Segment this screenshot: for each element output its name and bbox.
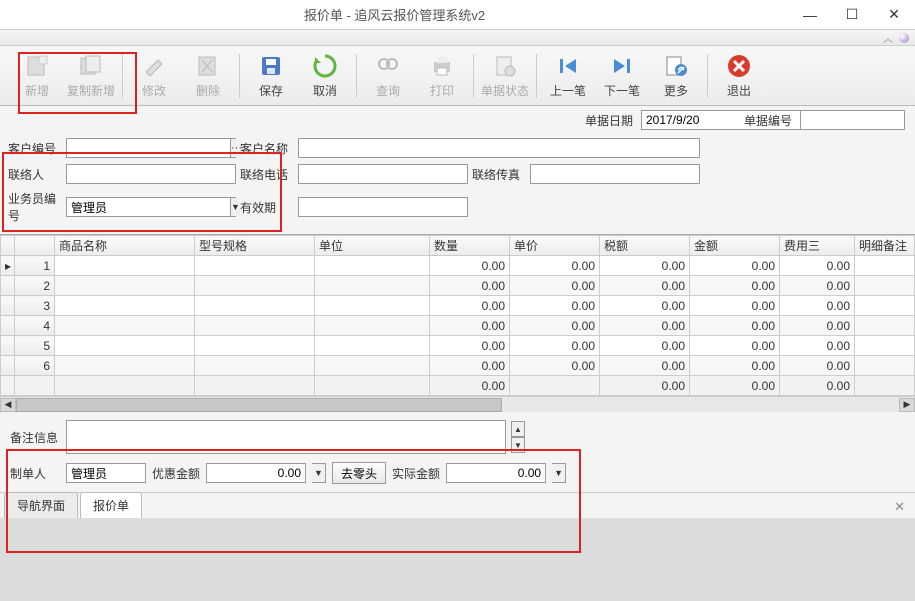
search-icon	[374, 52, 402, 80]
cust-name-input[interactable]	[298, 138, 700, 158]
table-row[interactable]: 20.000.000.000.000.00	[1, 276, 915, 296]
spin-up-icon[interactable]: ▲	[511, 421, 525, 437]
table-row[interactable]: 40.000.000.000.000.00	[1, 316, 915, 336]
fax-label: 联络传真	[472, 166, 526, 183]
prev-button[interactable]: 上一笔	[541, 48, 595, 104]
actual-input[interactable]	[446, 463, 546, 483]
copy-new-button[interactable]: 复制新增	[64, 48, 118, 104]
doc-no-label: 单据编号	[744, 112, 792, 129]
discount-label: 优惠金额	[152, 465, 200, 482]
query-button[interactable]: 查询	[361, 48, 415, 104]
save-icon	[257, 52, 285, 80]
valid-input[interactable]	[298, 197, 468, 217]
date-bar: 单据日期 ▼ 单据编号	[0, 106, 915, 132]
table-row[interactable]: 60.000.000.000.000.00	[1, 356, 915, 376]
print-button[interactable]: 打印	[415, 48, 469, 104]
phone-label: 联络电话	[240, 166, 294, 183]
maker-label: 制单人	[10, 465, 60, 482]
copy-icon	[77, 52, 105, 80]
actual-label: 实际金额	[392, 465, 440, 482]
edit-icon	[140, 52, 168, 80]
exit-icon	[725, 52, 753, 80]
maker-input[interactable]	[66, 463, 146, 483]
delete-button[interactable]: 删除	[181, 48, 235, 104]
sales-label: 业务员编号	[8, 190, 62, 224]
valid-label: 有效期	[240, 199, 294, 216]
sub-bar: ︿	[0, 30, 915, 46]
status-icon	[491, 52, 519, 80]
horizontal-scrollbar[interactable]: ◀ ▶	[0, 396, 915, 412]
toolbar: 新增 复制新增 修改 删除 保存 取消 查询 打印 单据状态 上一笔 下一笔 更…	[0, 46, 915, 106]
tab-nav[interactable]: 导航界面	[4, 492, 78, 518]
footer-panel: 备注信息 ▲▼ 制单人 优惠金额 ▼ 去零头 实际金额 ▼	[0, 412, 915, 492]
chevron-down-icon[interactable]: ▼	[230, 198, 240, 216]
detail-grid[interactable]: 商品名称型号规格单位数量单价税额金额费用三明细备注 ▸10.000.000.00…	[0, 234, 915, 412]
maximize-button[interactable]: ☐	[831, 1, 873, 29]
tab-quote[interactable]: 报价单	[80, 492, 142, 518]
window-title: 报价单 - 追风云报价管理系统v2	[0, 5, 789, 24]
collapse-icon[interactable]: ︿	[883, 30, 893, 45]
cancel-icon	[311, 52, 339, 80]
close-button[interactable]: ✕	[873, 1, 915, 29]
phone-input[interactable]	[298, 164, 468, 184]
title-bar: 报价单 - 追风云报价管理系统v2 — ☐ ✕	[0, 0, 915, 30]
status-button[interactable]: 单据状态	[478, 48, 532, 104]
scroll-left-icon[interactable]: ◀	[0, 398, 16, 412]
cust-name-label: 客户名称	[240, 140, 294, 157]
totals-row: 0.00 0.000.000.00	[1, 376, 915, 396]
next-icon	[608, 52, 636, 80]
delete-icon	[194, 52, 222, 80]
prev-icon	[554, 52, 582, 80]
minimize-button[interactable]: —	[789, 1, 831, 29]
scroll-right-icon[interactable]: ▶	[899, 398, 915, 412]
chevron-down-icon[interactable]: ▼	[552, 463, 566, 483]
theme-dot-icon[interactable]	[899, 33, 909, 43]
cancel-button[interactable]: 取消	[298, 48, 352, 104]
remark-input[interactable]	[66, 420, 506, 454]
scroll-thumb[interactable]	[16, 398, 502, 412]
doc-date-label: 单据日期	[585, 112, 633, 129]
contact-input[interactable]	[66, 164, 236, 184]
new-icon	[23, 52, 51, 80]
tab-bar: 导航界面 报价单 ✕	[0, 492, 915, 518]
remark-label: 备注信息	[10, 429, 60, 446]
fax-input[interactable]	[530, 164, 700, 184]
table-row[interactable]: 30.000.000.000.000.00	[1, 296, 915, 316]
more-icon	[662, 52, 690, 80]
print-icon	[428, 52, 456, 80]
next-button[interactable]: 下一笔	[595, 48, 649, 104]
chevron-down-icon[interactable]: ▼	[312, 463, 326, 483]
exit-button[interactable]: 退出	[712, 48, 766, 104]
spin-down-icon[interactable]: ▼	[511, 437, 525, 453]
doc-date-input[interactable]: ▼	[641, 110, 736, 130]
contact-label: 联络人	[8, 166, 62, 183]
doc-no-input[interactable]	[800, 110, 905, 130]
save-button[interactable]: 保存	[244, 48, 298, 104]
new-button[interactable]: 新增	[10, 48, 64, 104]
table-row[interactable]: 50.000.000.000.000.00	[1, 336, 915, 356]
tab-close-icon[interactable]: ✕	[894, 499, 905, 515]
discount-input[interactable]	[206, 463, 306, 483]
table-row[interactable]: ▸10.000.000.000.000.00	[1, 256, 915, 276]
table-header: 商品名称型号规格单位数量单价税额金额费用三明细备注	[1, 236, 915, 256]
modify-button[interactable]: 修改	[127, 48, 181, 104]
round-button[interactable]: 去零头	[332, 462, 386, 484]
cust-no-input[interactable]: ···	[66, 138, 236, 158]
header-form: 客户编号 ··· 客户名称 联络人 联络电话 联络传真 业务员编号 ▼ 有效期	[0, 132, 915, 234]
sales-input[interactable]: ▼	[66, 197, 236, 217]
more-button[interactable]: 更多	[649, 48, 703, 104]
cust-no-label: 客户编号	[8, 140, 62, 157]
